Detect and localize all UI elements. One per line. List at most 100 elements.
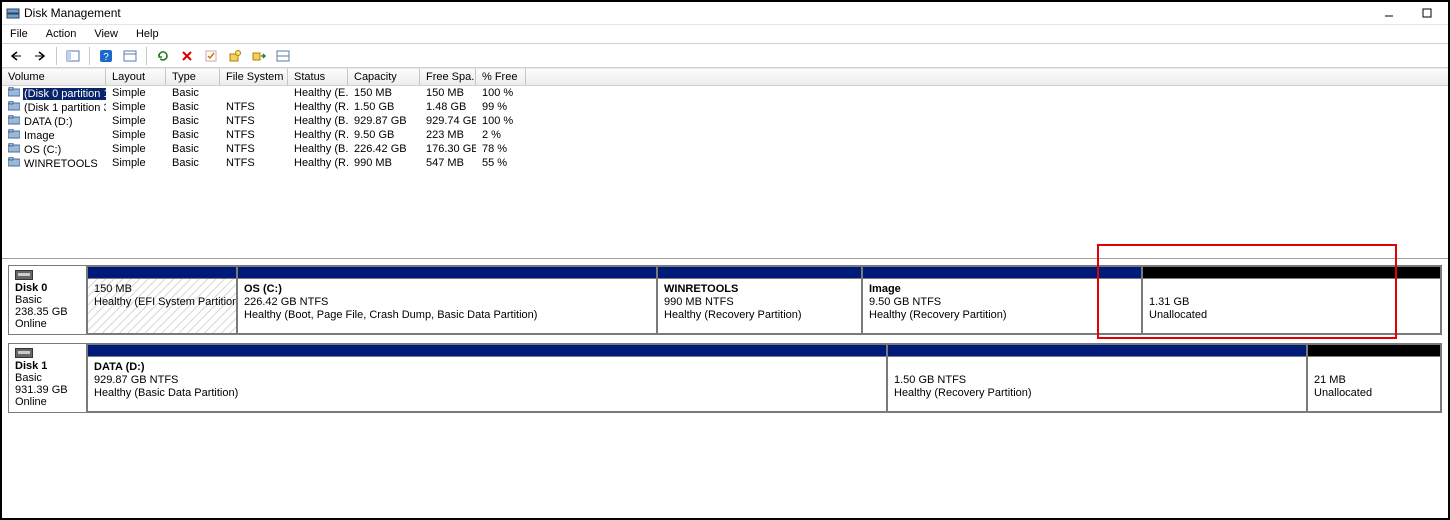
partition-bar — [658, 267, 861, 279]
minimize-button[interactable] — [1378, 4, 1400, 22]
disk-header: Disk 0 — [15, 282, 80, 294]
new-volume-icon[interactable] — [225, 46, 245, 66]
col-capacity[interactable]: Capacity — [348, 68, 420, 85]
volume-icon — [8, 101, 20, 111]
volume-status: Healthy (E... — [288, 87, 348, 99]
layout-icon[interactable] — [273, 46, 293, 66]
volume-status: Healthy (B... — [288, 143, 348, 155]
back-icon[interactable] — [6, 46, 26, 66]
volume-pct: 99 % — [476, 101, 526, 113]
disk-row-1: Disk 1 Basic 931.39 GB Online DATA (D:) … — [8, 343, 1442, 413]
volume-icon — [8, 157, 20, 167]
volume-row[interactable]: (Disk 0 partition 1)SimpleBasicHealthy (… — [2, 86, 1448, 100]
menu-action[interactable]: Action — [44, 26, 79, 42]
partition-bar — [238, 267, 656, 279]
volume-pct: 78 % — [476, 143, 526, 155]
maximize-button[interactable] — [1416, 4, 1438, 22]
volume-capacity: 929.87 GB — [348, 115, 420, 127]
volume-free: 176.30 GB — [420, 143, 476, 155]
volume-row[interactable]: (Disk 1 partition 3)SimpleBasicNTFSHealt… — [2, 100, 1448, 114]
volume-fs: NTFS — [220, 115, 288, 127]
col-volume[interactable]: Volume — [2, 68, 106, 85]
toolbar-sep — [146, 47, 147, 65]
menu-file[interactable]: File — [8, 26, 30, 42]
volume-layout: Simple — [106, 115, 166, 127]
volume-type: Basic — [166, 87, 220, 99]
partition-unallocated[interactable]: 1.31 GB Unallocated — [1142, 266, 1441, 334]
extend-icon[interactable] — [249, 46, 269, 66]
part-title: WINRETOOLS — [664, 283, 738, 295]
volume-layout: Simple — [106, 157, 166, 169]
disk-graphical-pane: Disk 0 Basic 238.35 GB Online 150 MB Hea… — [2, 258, 1448, 413]
help-icon[interactable]: ? — [96, 46, 116, 66]
forward-icon[interactable] — [30, 46, 50, 66]
disk-state: Online — [15, 318, 80, 330]
part-status: Healthy (EFI System Partition) — [94, 296, 236, 308]
disk-icon — [15, 348, 33, 358]
menu-view[interactable]: View — [92, 26, 120, 42]
delete-icon[interactable] — [177, 46, 197, 66]
volume-layout: Simple — [106, 143, 166, 155]
volume-free: 150 MB — [420, 87, 476, 99]
menubar: File Action View Help — [2, 24, 1448, 44]
disk-label-1[interactable]: Disk 1 Basic 931.39 GB Online — [9, 344, 87, 412]
disk-size: 238.35 GB — [15, 306, 80, 318]
part-title: OS (C:) — [244, 283, 282, 295]
window-title: Disk Management — [24, 6, 121, 20]
col-type[interactable]: Type — [166, 68, 220, 85]
partition-image[interactable]: Image 9.50 GB NTFS Healthy (Recovery Par… — [862, 266, 1142, 334]
partition-unallocated-d1[interactable]: 21 MB Unallocated — [1307, 344, 1441, 412]
volume-list-header: Volume Layout Type File System Status Ca… — [2, 68, 1448, 86]
volume-capacity: 1.50 GB — [348, 101, 420, 113]
volume-row[interactable]: ImageSimpleBasicNTFSHealthy (R...9.50 GB… — [2, 128, 1448, 142]
volume-icon — [8, 143, 20, 153]
check-icon[interactable] — [201, 46, 221, 66]
volume-layout: Simple — [106, 129, 166, 141]
part-status: Healthy (Recovery Partition) — [869, 309, 1007, 321]
volume-free: 547 MB — [420, 157, 476, 169]
volume-type: Basic — [166, 101, 220, 113]
part-title: DATA (D:) — [94, 361, 145, 373]
part-size: 990 MB NTFS — [664, 296, 734, 308]
disk-icon — [15, 270, 33, 280]
volume-list: (Disk 0 partition 1)SimpleBasicHealthy (… — [2, 86, 1448, 258]
refresh-icon[interactable] — [153, 46, 173, 66]
disk-state: Online — [15, 396, 80, 408]
part-title: Image — [869, 283, 901, 295]
show-hide-icon[interactable] — [63, 46, 83, 66]
col-filler — [526, 68, 1448, 85]
partition-recovery-d1[interactable]: 1.50 GB NTFS Healthy (Recovery Partition… — [887, 344, 1307, 412]
volume-layout: Simple — [106, 87, 166, 99]
volume-pct: 100 % — [476, 115, 526, 127]
part-size: 1.50 GB NTFS — [894, 374, 966, 386]
part-status: Healthy (Recovery Partition) — [894, 387, 1032, 399]
col-freespace[interactable]: Free Spa... — [420, 68, 476, 85]
partition-bar — [88, 345, 886, 357]
volume-icon — [8, 129, 20, 139]
partition-data-d[interactable]: DATA (D:) 929.87 GB NTFS Healthy (Basic … — [87, 344, 887, 412]
partition-winretools[interactable]: WINRETOOLS 990 MB NTFS Healthy (Recovery… — [657, 266, 862, 334]
part-size: 226.42 GB NTFS — [244, 296, 328, 308]
partition-efi[interactable]: 150 MB Healthy (EFI System Partition) — [87, 266, 237, 334]
col-layout[interactable]: Layout — [106, 68, 166, 85]
properties-icon[interactable] — [120, 46, 140, 66]
volume-type: Basic — [166, 115, 220, 127]
disk-label-0[interactable]: Disk 0 Basic 238.35 GB Online — [9, 266, 87, 334]
partition-os-c[interactable]: OS (C:) 226.42 GB NTFS Healthy (Boot, Pa… — [237, 266, 657, 334]
volume-type: Basic — [166, 129, 220, 141]
volume-row[interactable]: DATA (D:)SimpleBasicNTFSHealthy (B...929… — [2, 114, 1448, 128]
part-status: Unallocated — [1314, 387, 1372, 399]
part-size: 9.50 GB NTFS — [869, 296, 941, 308]
volume-pct: 55 % — [476, 157, 526, 169]
volume-fs: NTFS — [220, 101, 288, 113]
volume-row[interactable]: OS (C:)SimpleBasicNTFSHealthy (B...226.4… — [2, 142, 1448, 156]
menu-help[interactable]: Help — [134, 26, 161, 42]
col-status[interactable]: Status — [288, 68, 348, 85]
col-pctfree[interactable]: % Free — [476, 68, 526, 85]
col-filesystem[interactable]: File System — [220, 68, 288, 85]
volume-row[interactable]: WINRETOOLSSimpleBasicNTFSHealthy (R...99… — [2, 156, 1448, 170]
partition-strip-0: 150 MB Healthy (EFI System Partition) OS… — [87, 266, 1441, 334]
volume-layout: Simple — [106, 101, 166, 113]
disk-row-0: Disk 0 Basic 238.35 GB Online 150 MB Hea… — [8, 265, 1442, 335]
part-size: 1.31 GB — [1149, 296, 1189, 308]
